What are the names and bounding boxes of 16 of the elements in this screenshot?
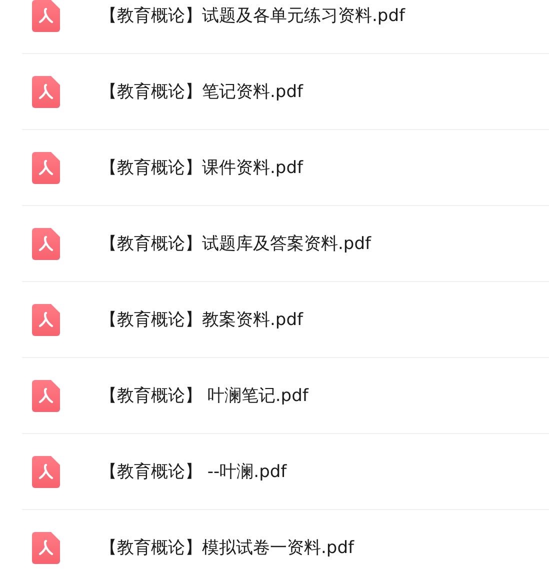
pdf-file-icon (32, 304, 60, 336)
file-name[interactable]: 【教育概论】课件资料.pdf (100, 156, 303, 179)
file-name[interactable]: 【教育概论】笔记资料.pdf (100, 80, 303, 103)
pdf-file-icon (32, 76, 60, 108)
pdf-file-icon (32, 532, 60, 564)
pdf-file-icon (32, 152, 60, 184)
file-name[interactable]: 【教育概论】试题及各单元练习资料.pdf (100, 4, 405, 27)
pdf-file-icon (32, 228, 60, 260)
file-name[interactable]: 【教育概论】教案资料.pdf (100, 308, 303, 331)
pdf-file-icon (32, 380, 60, 412)
file-name[interactable]: 【教育概论】试题库及答案资料.pdf (100, 232, 371, 255)
file-name[interactable]: 【教育概论】 --叶澜.pdf (100, 460, 287, 483)
file-name[interactable]: 【教育概论】 叶澜笔记.pdf (100, 384, 308, 407)
pdf-file-icon (32, 456, 60, 488)
pdf-file-icon (32, 0, 60, 32)
file-name[interactable]: 【教育概论】模拟试卷一资料.pdf (100, 536, 354, 559)
